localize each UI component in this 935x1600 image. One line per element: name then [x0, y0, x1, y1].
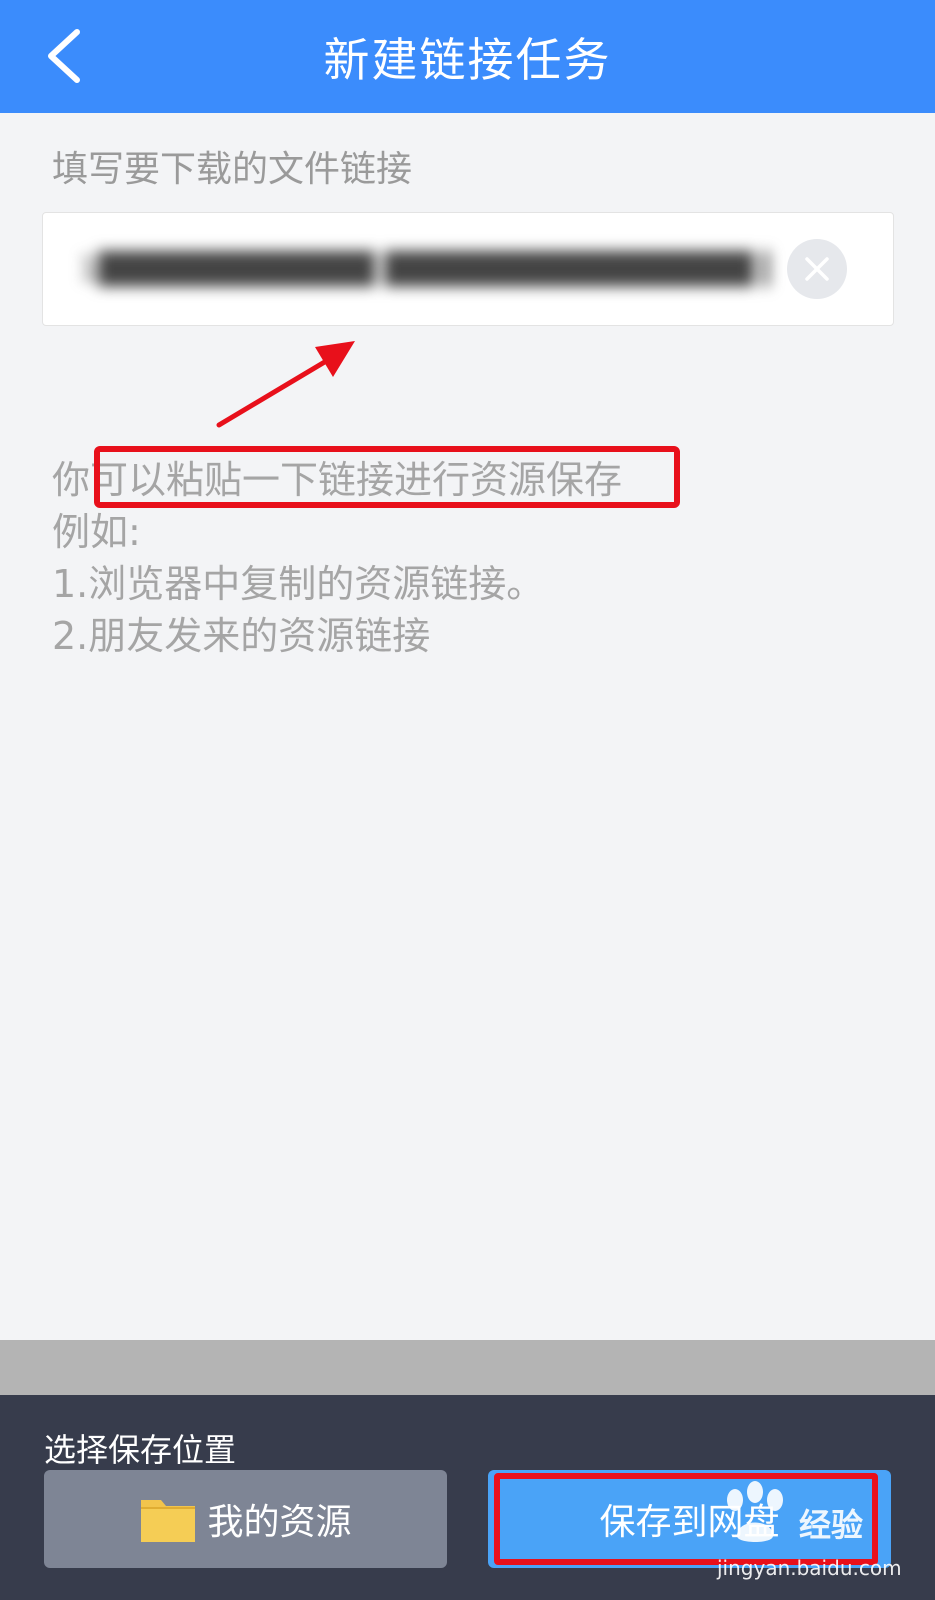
save-location-label: 选择保存位置 — [44, 1431, 237, 1469]
page-title: 新建链接任务 — [323, 32, 612, 87]
hint-line-2: 例如: — [52, 510, 141, 554]
hint-line-3: 1.浏览器中复制的资源链接。 — [52, 562, 545, 606]
baidu-jingyan-watermark: 经验 jingyan.baidu.com — [705, 1478, 910, 1588]
hint-line-4: 2.朋友发来的资源链接 — [52, 614, 431, 658]
arrow-annotation-icon — [216, 341, 355, 428]
folder-icon — [141, 1500, 196, 1542]
chevron-left-icon — [48, 29, 80, 83]
back-button[interactable] — [40, 26, 86, 86]
url-field-label: 填写要下载的文件链接 — [52, 149, 413, 190]
watermark-brand: 经验 — [799, 1506, 864, 1544]
divider-band — [0, 1340, 935, 1395]
url-input-box[interactable]: 1████████████ ████████████████ █████████… — [42, 212, 894, 326]
paw-logo-icon — [727, 1481, 783, 1542]
clear-input-button[interactable] — [787, 239, 847, 299]
my-resource-label: 我的资源 — [207, 1502, 352, 1543]
highlight-box-hint — [94, 446, 680, 508]
close-icon — [805, 257, 829, 281]
header-bar: 新建链接任务 — [0, 0, 935, 113]
my-resource-button[interactable]: 我的资源 — [44, 1470, 447, 1568]
url-input-value[interactable]: 1████████████ ████████████████ █████████… — [79, 241, 769, 299]
watermark-url: jingyan.baidu.com — [717, 1556, 902, 1580]
